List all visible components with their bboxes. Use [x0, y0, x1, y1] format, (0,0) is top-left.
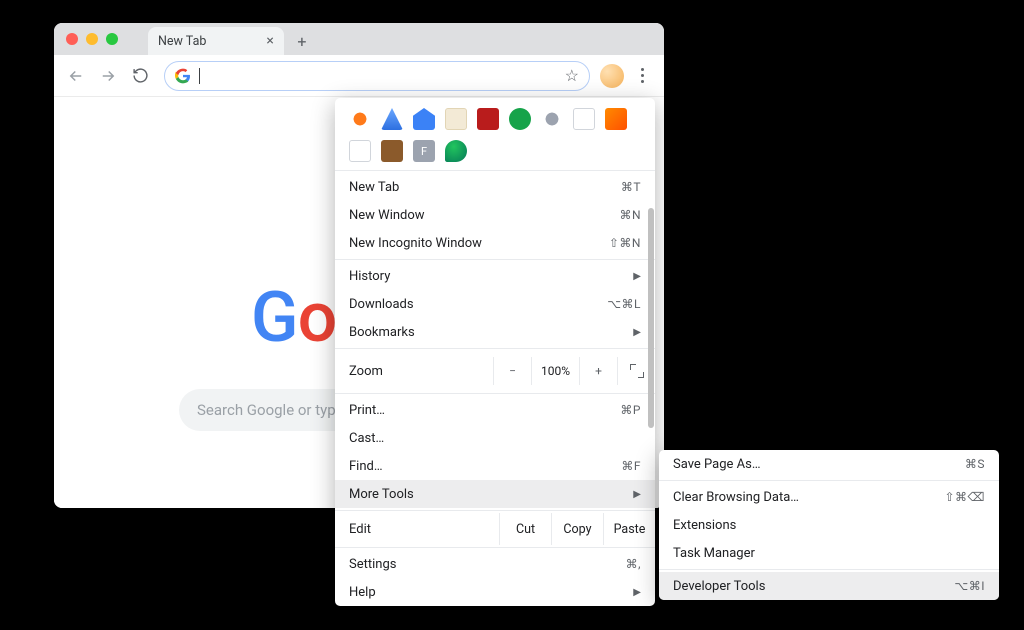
menu-item-more-tools[interactable]: More Tools ▶: [335, 480, 655, 508]
extensions-grid: F: [335, 98, 655, 168]
submenu-item-extensions[interactable]: Extensions: [659, 511, 999, 539]
reload-icon: [132, 67, 149, 84]
menu-item-find[interactable]: Find… ⌘F: [335, 452, 655, 480]
arrow-right-icon: [99, 67, 117, 85]
menu-item-print[interactable]: Print… ⌘P: [335, 396, 655, 424]
menu-item-bookmarks[interactable]: Bookmarks ▶: [335, 318, 655, 346]
extension-icon[interactable]: [381, 108, 403, 130]
forward-button[interactable]: [94, 62, 122, 90]
extension-icon[interactable]: [349, 140, 371, 162]
close-tab-icon[interactable]: ×: [266, 33, 273, 49]
bookmark-star-icon[interactable]: ☆: [565, 66, 579, 85]
chevron-right-icon: ▶: [633, 271, 641, 282]
extension-icon[interactable]: [381, 140, 403, 162]
extension-icon[interactable]: [445, 140, 467, 162]
chevron-right-icon: ▶: [633, 489, 641, 500]
chrome-menu-button[interactable]: [628, 62, 656, 90]
extension-icon[interactable]: [477, 108, 499, 130]
tab-strip: New Tab × +: [148, 23, 652, 55]
extension-icon[interactable]: F: [413, 140, 435, 162]
arrow-left-icon: [67, 67, 85, 85]
zoom-in-button[interactable]: +: [579, 357, 617, 385]
window-controls: [66, 33, 118, 45]
titlebar: New Tab × +: [54, 23, 664, 55]
chevron-right-icon: ▶: [633, 587, 641, 598]
toolbar: ☆: [54, 55, 664, 97]
back-button[interactable]: [62, 62, 90, 90]
address-bar[interactable]: ☆: [164, 61, 590, 91]
profile-avatar[interactable]: [600, 64, 624, 88]
zoom-out-button[interactable]: −: [493, 357, 531, 385]
chrome-menu: F New Tab ⌘T New Window ⌘N New Incognito…: [335, 98, 655, 606]
edit-cut-button[interactable]: Cut: [499, 513, 551, 545]
scrollbar[interactable]: [648, 208, 654, 428]
menu-item-downloads[interactable]: Downloads ⌥⌘L: [335, 290, 655, 318]
close-window-button[interactable]: [66, 33, 78, 45]
extension-icon[interactable]: [413, 108, 435, 130]
google-icon: [175, 68, 191, 84]
menu-item-new-incognito[interactable]: New Incognito Window ⇧⌘N: [335, 229, 655, 257]
menu-item-zoom: Zoom − 100% +: [335, 351, 655, 391]
minimize-window-button[interactable]: [86, 33, 98, 45]
extension-icon[interactable]: [349, 108, 371, 130]
edit-copy-button[interactable]: Copy: [551, 513, 603, 545]
extension-icon[interactable]: [509, 108, 531, 130]
text-cursor: [199, 68, 200, 84]
extension-icon[interactable]: [541, 108, 563, 130]
menu-item-new-tab[interactable]: New Tab ⌘T: [335, 173, 655, 201]
more-tools-submenu: Save Page As… ⌘S Clear Browsing Data… ⇧⌘…: [659, 450, 999, 600]
menu-item-settings[interactable]: Settings ⌘,: [335, 550, 655, 578]
new-tab-button[interactable]: +: [290, 29, 314, 53]
chevron-right-icon: ▶: [633, 327, 641, 338]
maximize-window-button[interactable]: [106, 33, 118, 45]
zoom-level: 100%: [531, 357, 579, 385]
browser-tab[interactable]: New Tab ×: [148, 27, 284, 55]
extension-icon[interactable]: [573, 108, 595, 130]
tab-title: New Tab: [158, 34, 206, 49]
submenu-item-task-manager[interactable]: Task Manager: [659, 539, 999, 567]
menu-item-cast[interactable]: Cast…: [335, 424, 655, 452]
menu-item-help[interactable]: Help ▶: [335, 578, 655, 606]
reload-button[interactable]: [126, 62, 154, 90]
menu-item-edit: Edit Cut Copy Paste: [335, 513, 655, 545]
edit-paste-button[interactable]: Paste: [603, 513, 655, 545]
extension-icon[interactable]: [605, 108, 627, 130]
submenu-item-save-page[interactable]: Save Page As… ⌘S: [659, 450, 999, 478]
fullscreen-icon: [630, 364, 644, 378]
extension-icon[interactable]: [445, 108, 467, 130]
menu-item-new-window[interactable]: New Window ⌘N: [335, 201, 655, 229]
submenu-item-developer-tools[interactable]: Developer Tools ⌥⌘I: [659, 572, 999, 600]
menu-item-history[interactable]: History ▶: [335, 262, 655, 290]
submenu-item-clear-data[interactable]: Clear Browsing Data… ⇧⌘⌫: [659, 483, 999, 511]
